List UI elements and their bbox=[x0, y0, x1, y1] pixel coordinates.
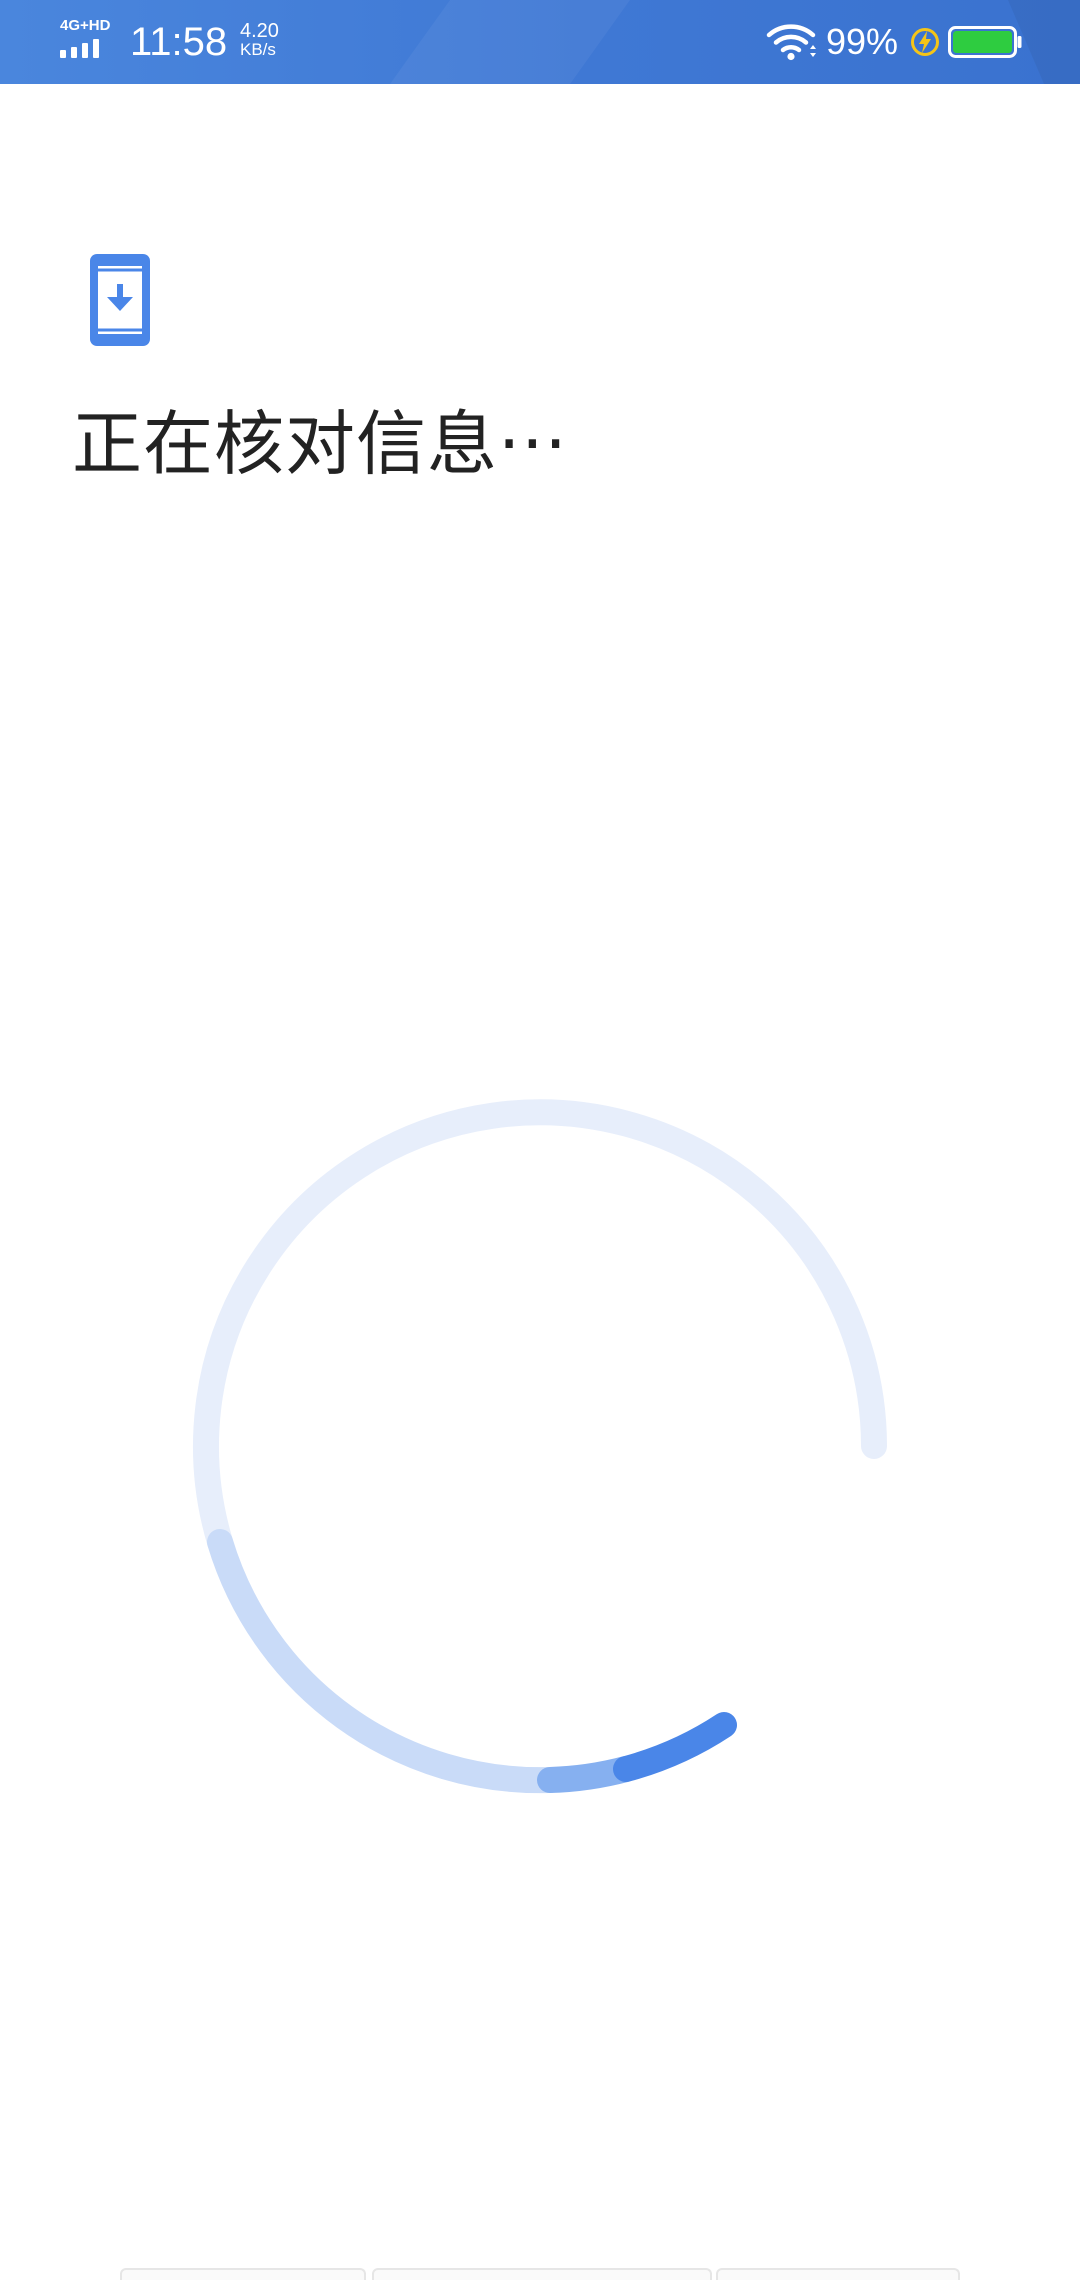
status-bar: 4G+HD 11:58 4.20 KB/s 99% bbox=[0, 0, 1080, 84]
screen: 4G+HD 11:58 4.20 KB/s 99% 正在核对信息··· bbox=[0, 0, 1080, 2280]
bottom-button-edge[interactable] bbox=[120, 2268, 366, 2280]
network-speed: 4.20 KB/s bbox=[240, 21, 300, 59]
spinner-arc-dark bbox=[613, 1712, 737, 1782]
charging-icon bbox=[911, 28, 939, 56]
page-title: 正在核对信息··· bbox=[72, 403, 568, 485]
status-bar-decoration bbox=[390, 0, 630, 84]
signal-icon: 4G+HD bbox=[58, 18, 118, 60]
bottom-button-edge[interactable] bbox=[716, 2268, 960, 2280]
network-speed-unit: KB/s bbox=[240, 40, 276, 59]
spinner-arc-light bbox=[207, 1529, 563, 1794]
spinner-track bbox=[193, 1099, 887, 1555]
wifi-icon bbox=[766, 24, 816, 61]
loading-spinner bbox=[193, 1099, 887, 1794]
network-type-label: 4G+HD bbox=[60, 17, 111, 34]
bottom-button-edge[interactable] bbox=[372, 2268, 712, 2280]
battery-icon bbox=[948, 26, 1022, 58]
phone-download-icon bbox=[90, 254, 150, 346]
battery-percentage: 99% bbox=[826, 21, 899, 62]
status-time: 11:58 bbox=[130, 20, 228, 64]
signal-bars bbox=[60, 38, 106, 58]
network-speed-value: 4.20 bbox=[240, 20, 279, 42]
